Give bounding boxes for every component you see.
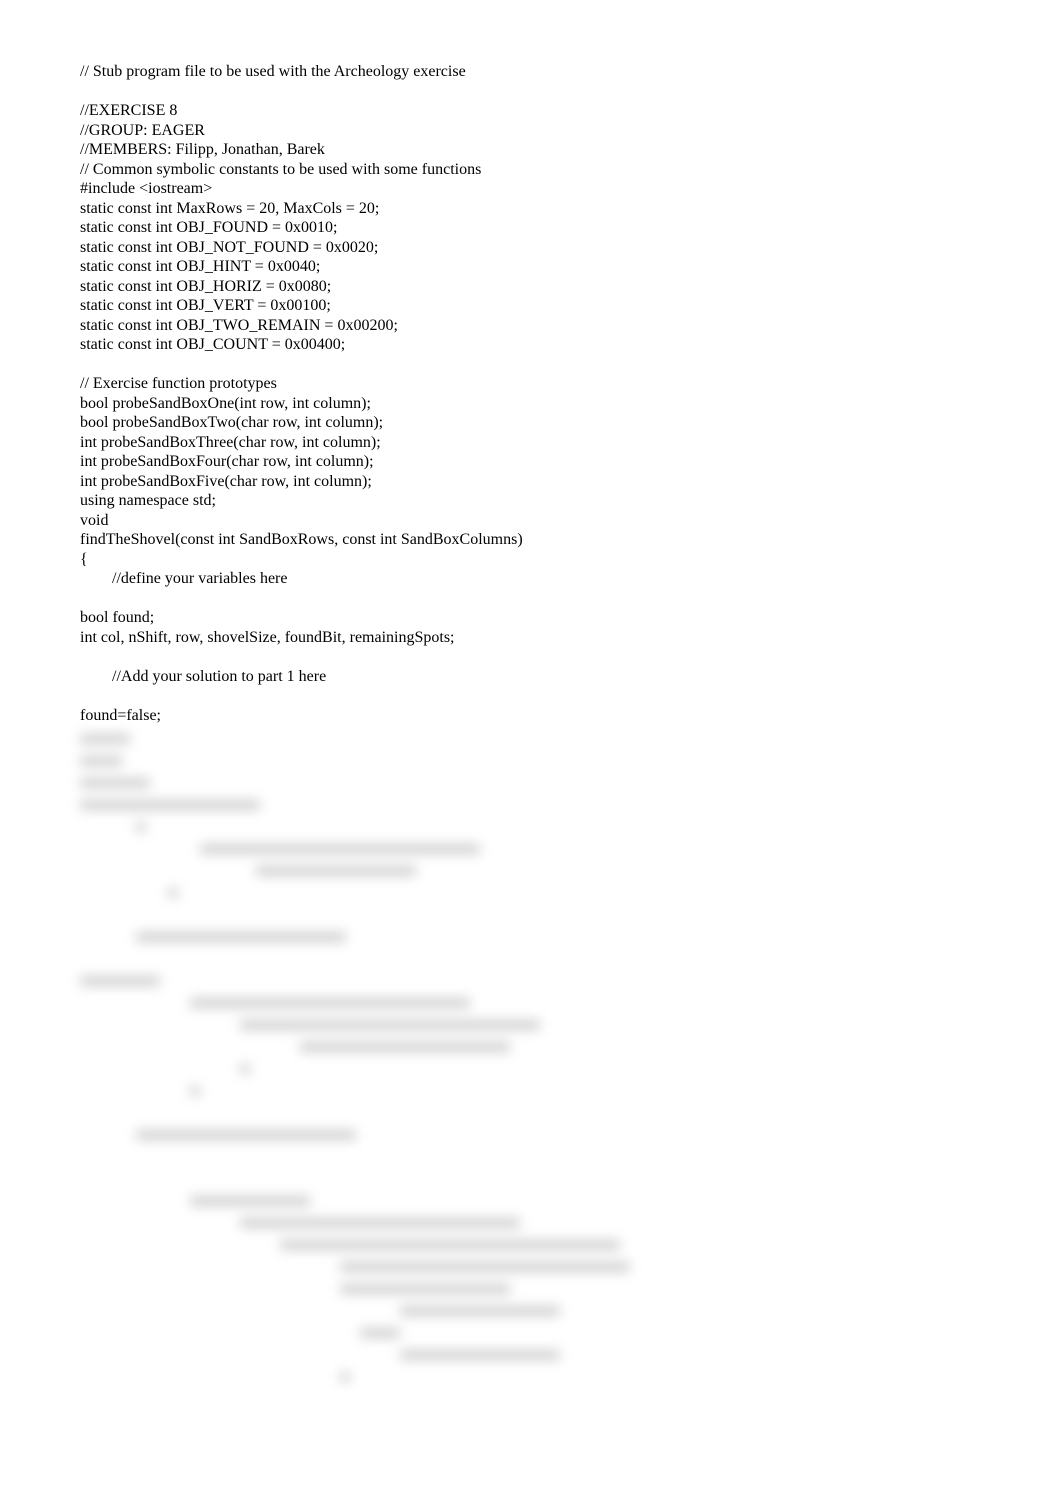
code-line (80, 355, 982, 375)
blurred-text-chunk (200, 844, 480, 854)
blurred-line (80, 928, 982, 946)
code-line: // Stub program file to be used with the… (80, 62, 982, 82)
code-line: //EXERCISE 8 (80, 101, 982, 121)
code-line: bool probeSandBoxOne(int row, int column… (80, 394, 982, 414)
code-line: //Add your solution to part 1 here (80, 667, 982, 687)
blurred-text-chunk (340, 1284, 510, 1294)
code-line: //GROUP: EAGER (80, 121, 982, 141)
blurred-text-chunk (80, 734, 130, 744)
blurred-line (80, 1192, 982, 1210)
blurred-line (80, 906, 982, 924)
blurred-content-region (80, 730, 982, 1386)
code-line: #include <iostream> (80, 179, 982, 199)
code-line: int probeSandBoxFour(char row, int colum… (80, 452, 982, 472)
code-line: int probeSandBoxThree(char row, int colu… (80, 433, 982, 453)
blurred-line (80, 774, 982, 792)
blurred-line (80, 1082, 982, 1100)
blurred-line (80, 1324, 982, 1342)
blurred-line (80, 818, 982, 836)
code-line: static const int OBJ_HORIZ = 0x0080; (80, 277, 982, 297)
blurred-line (80, 1170, 982, 1188)
blurred-text-chunk (136, 822, 146, 832)
blurred-line (80, 796, 982, 814)
code-line: found=false; (80, 706, 982, 726)
code-line: static const int OBJ_FOUND = 0x0010; (80, 218, 982, 238)
code-line: static const int OBJ_COUNT = 0x00400; (80, 335, 982, 355)
blurred-text-chunk (300, 1042, 510, 1052)
code-line: void (80, 511, 982, 531)
code-line (80, 647, 982, 667)
code-line: // Common symbolic constants to be used … (80, 160, 982, 180)
blurred-line (80, 1302, 982, 1320)
blurred-line (80, 1104, 982, 1122)
blurred-line (80, 972, 982, 990)
blurred-line (80, 1148, 982, 1166)
blurred-text-chunk (240, 1218, 520, 1228)
code-line: static const int OBJ_TWO_REMAIN = 0x0020… (80, 316, 982, 336)
code-line: { (80, 550, 982, 570)
code-line (80, 82, 982, 102)
blurred-line (80, 1346, 982, 1364)
blurred-text-chunk (136, 932, 346, 942)
blurred-text-chunk (190, 998, 470, 1008)
code-line: static const int MaxRows = 20, MaxCols =… (80, 199, 982, 219)
blurred-line (80, 994, 982, 1012)
code-line: static const int OBJ_NOT_FOUND = 0x0020; (80, 238, 982, 258)
code-listing: // Stub program file to be used with the… (80, 62, 982, 726)
blurred-text-chunk (80, 778, 150, 788)
blurred-line (80, 752, 982, 770)
code-line: int probeSandBoxFive(char row, int colum… (80, 472, 982, 492)
blurred-line (80, 1236, 982, 1254)
blurred-text-chunk (168, 888, 178, 898)
blurred-text-chunk (190, 1086, 200, 1096)
blurred-line (80, 1126, 982, 1144)
blurred-text-chunk (136, 1130, 356, 1140)
blurred-text-chunk (80, 800, 260, 810)
blurred-text-chunk (80, 756, 122, 766)
code-line: static const int OBJ_HINT = 0x0040; (80, 257, 982, 277)
code-line: //MEMBERS: Filipp, Jonathan, Barek (80, 140, 982, 160)
blurred-text-chunk (256, 866, 416, 876)
blurred-text-chunk (240, 1064, 250, 1074)
code-line: //define your variables here (80, 569, 982, 589)
blurred-line (80, 884, 982, 902)
blurred-line (80, 862, 982, 880)
blurred-line (80, 1280, 982, 1298)
blurred-text-chunk (240, 1020, 540, 1030)
blurred-line (80, 1038, 982, 1056)
blurred-text-chunk (340, 1372, 350, 1382)
blurred-line (80, 1016, 982, 1034)
blurred-line (80, 730, 982, 748)
blurred-text-chunk (80, 976, 160, 986)
blurred-text-chunk (360, 1328, 400, 1338)
blurred-line (80, 1214, 982, 1232)
blurred-line (80, 1368, 982, 1386)
blurred-line (80, 1060, 982, 1078)
blurred-text-chunk (190, 1196, 310, 1206)
code-line: // Exercise function prototypes (80, 374, 982, 394)
blurred-text-chunk (340, 1262, 630, 1272)
blurred-line (80, 840, 982, 858)
code-line: bool probeSandBoxTwo(char row, int colum… (80, 413, 982, 433)
code-line (80, 687, 982, 707)
blurred-text-chunk (280, 1240, 620, 1250)
code-line: findTheShovel(const int SandBoxRows, con… (80, 530, 982, 550)
code-line: using namespace std; (80, 491, 982, 511)
code-line: static const int OBJ_VERT = 0x00100; (80, 296, 982, 316)
code-line: int col, nShift, row, shovelSize, foundB… (80, 628, 982, 648)
blurred-line (80, 1258, 982, 1276)
code-line (80, 589, 982, 609)
blurred-text-chunk (400, 1306, 560, 1316)
blurred-text-chunk (400, 1350, 560, 1360)
blurred-line (80, 950, 982, 968)
code-line: bool found; (80, 608, 982, 628)
